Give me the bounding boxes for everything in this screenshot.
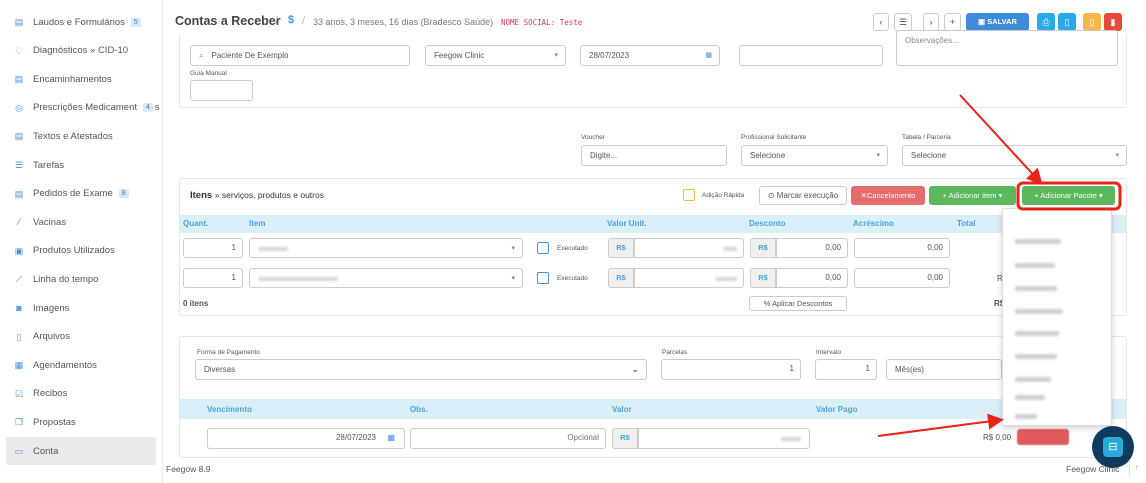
footer-brand: Feegow Clinic bbox=[1066, 464, 1120, 474]
version-label: Feegow 8.9 bbox=[166, 464, 211, 474]
arrow-up-icon: ↑ bbox=[1134, 463, 1139, 472]
app-root: ▤ Laudos e Formulários 5 ♡ Diagnósticos » CI… bbox=[0, 0, 1146, 483]
highlight-box bbox=[1016, 181, 1122, 211]
arrow-to-dropdown bbox=[877, 413, 1004, 437]
annotation-overlay bbox=[877, 94, 1122, 437]
chat-icon: ⊟ bbox=[1103, 437, 1123, 457]
chat-button[interactable]: ⊟ bbox=[1092, 426, 1134, 468]
scroll-top-button[interactable]: ↑ bbox=[1129, 460, 1143, 476]
arrow-to-add-package bbox=[959, 94, 1043, 185]
